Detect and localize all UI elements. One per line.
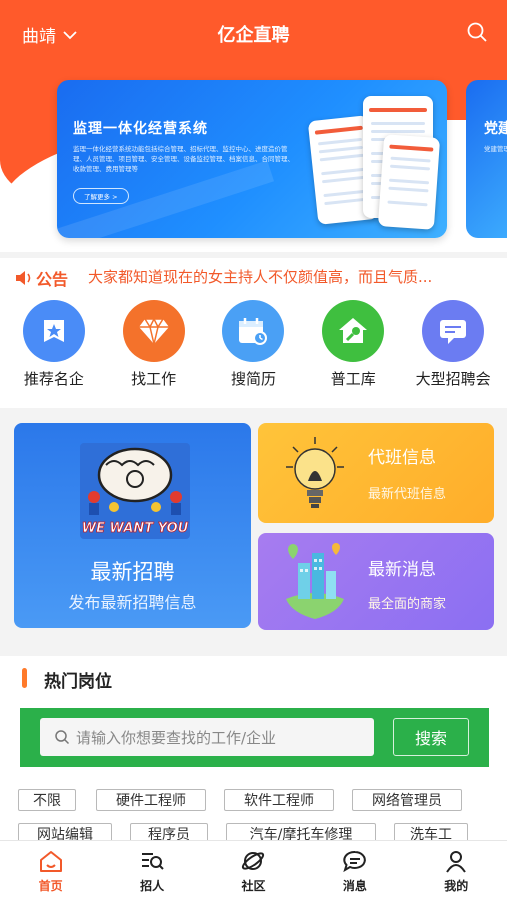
tab-label: 我的 bbox=[444, 879, 469, 893]
speaker-icon bbox=[16, 271, 31, 285]
search-list-icon bbox=[142, 853, 164, 870]
bottom-tab-bar: 首页 招人 社区 消息 我的 bbox=[0, 840, 507, 900]
job-search-panel: 请输入你想要查找的工作/企业 搜索 bbox=[20, 708, 489, 767]
tab-label: 社区 bbox=[241, 879, 266, 893]
search-placeholder: 请输入你想要查找的工作/企业 bbox=[76, 728, 277, 747]
planet-icon bbox=[242, 852, 265, 870]
quicknav-label: 大型招聘会 bbox=[415, 370, 491, 388]
hot-jobs-header: 热门岗位 bbox=[0, 656, 507, 704]
quicknav-search-resume[interactable]: 搜简历 bbox=[205, 300, 301, 404]
quicknav-label: 找工作 bbox=[131, 370, 177, 388]
tab-label: 招人 bbox=[140, 879, 165, 893]
message-board-icon bbox=[422, 300, 485, 362]
phone-mockup bbox=[377, 134, 441, 230]
city-island-icon bbox=[286, 543, 344, 619]
top-bar: 曲靖 亿企直聘 bbox=[0, 0, 507, 66]
tab-label: 首页 bbox=[38, 879, 63, 893]
we-want-you-text: WE WANT YOU bbox=[82, 521, 189, 536]
notice-label: 公告 bbox=[14, 266, 68, 290]
hot-jobs-title: 热门岗位 bbox=[44, 672, 112, 692]
star-badge-icon bbox=[22, 300, 85, 362]
notice-bar[interactable]: 公告 大家都知道现在的女主持人不仅颜值高，而且气质... bbox=[0, 258, 507, 296]
search-icon bbox=[55, 730, 70, 745]
search-button[interactable]: 搜索 bbox=[393, 718, 469, 756]
diamond-icon bbox=[122, 300, 185, 362]
next-banner-description: 党建管理 廉，打造 个人中心 bbox=[484, 145, 507, 153]
home-icon bbox=[39, 851, 62, 872]
tab-community[interactable]: 社区 bbox=[218, 841, 288, 900]
tab-profile[interactable]: 我的 bbox=[421, 841, 491, 900]
quicknav-label: 推荐名企 bbox=[23, 370, 84, 388]
job-tag[interactable]: 不限 bbox=[18, 789, 76, 811]
banner-title: 监理一体化经营系统 bbox=[73, 121, 208, 137]
quicknav-label: 搜简历 bbox=[230, 370, 276, 388]
notice-text: 大家都知道现在的女主持人不仅颜值高，而且气质... bbox=[88, 268, 433, 286]
notice-label-text: 公告 bbox=[36, 270, 69, 289]
latest-news-card[interactable]: 最新消息 最全面的商家 bbox=[258, 533, 494, 630]
job-search-input[interactable]: 请输入你想要查找的工作/企业 bbox=[40, 718, 374, 756]
banner-more-button[interactable]: 了解更多 > bbox=[73, 188, 129, 204]
quicknav-worker-pool[interactable]: 普工库 bbox=[305, 300, 401, 404]
latest-jobs-card[interactable]: WE WANT YOU 最新招聘 发布最新招聘信息 bbox=[14, 423, 251, 628]
next-banner-title: 党建 bbox=[484, 121, 507, 137]
tab-messages[interactable]: 消息 bbox=[320, 841, 390, 900]
section-accent-bar bbox=[22, 668, 27, 688]
quicknav-recommended-companies[interactable]: 推荐名企 bbox=[6, 300, 102, 404]
quicknav-job-fair[interactable]: 大型招聘会 bbox=[405, 300, 501, 404]
job-tag[interactable]: 硬件工程师 bbox=[96, 789, 206, 811]
lightbulb-icon bbox=[286, 437, 344, 508]
house-key-icon bbox=[322, 300, 385, 362]
latest-jobs-title: 最新招聘 bbox=[90, 560, 175, 584]
quick-nav: 推荐名企 找工作 搜简历 普工库 大型招聘会 bbox=[0, 300, 507, 404]
user-icon bbox=[446, 851, 467, 873]
latest-news-title: 最新消息 bbox=[368, 560, 436, 580]
app-title: 亿企直聘 bbox=[217, 25, 290, 46]
shift-info-subtitle: 最新代班信息 bbox=[368, 487, 447, 502]
chat-bubble-icon bbox=[343, 850, 366, 873]
tab-recruit[interactable]: 招人 bbox=[117, 841, 187, 900]
search-icon[interactable] bbox=[465, 20, 489, 44]
quicknav-label: 普工库 bbox=[330, 370, 376, 388]
banner-description: 监理一体化经营系统功能包括综合管理、招标代理、监控中心、进度造价管理、人员管理、… bbox=[73, 145, 294, 173]
job-tag[interactable]: 网络管理员 bbox=[352, 789, 462, 811]
latest-jobs-subtitle: 发布最新招聘信息 bbox=[68, 593, 197, 612]
next-banner[interactable]: 党建 党建管理 廉，打造 个人中心 bbox=[466, 80, 507, 238]
we-want-you-illustration: WE WANT YOU bbox=[80, 443, 190, 539]
shift-info-title: 代班信息 bbox=[368, 448, 436, 468]
tab-home[interactable]: 首页 bbox=[16, 841, 86, 900]
tab-label: 消息 bbox=[342, 879, 367, 893]
job-tag[interactable]: 软件工程师 bbox=[224, 789, 334, 811]
quicknav-find-job[interactable]: 找工作 bbox=[106, 300, 202, 404]
promo-banner[interactable]: 监理一体化经营系统 监理一体化经营系统功能包括综合管理、招标代理、监控中心、进度… bbox=[57, 80, 447, 238]
shift-info-card[interactable]: 代班信息 最新代班信息 bbox=[258, 423, 494, 523]
calendar-search-icon bbox=[222, 300, 285, 362]
latest-news-subtitle: 最全面的商家 bbox=[368, 597, 447, 612]
